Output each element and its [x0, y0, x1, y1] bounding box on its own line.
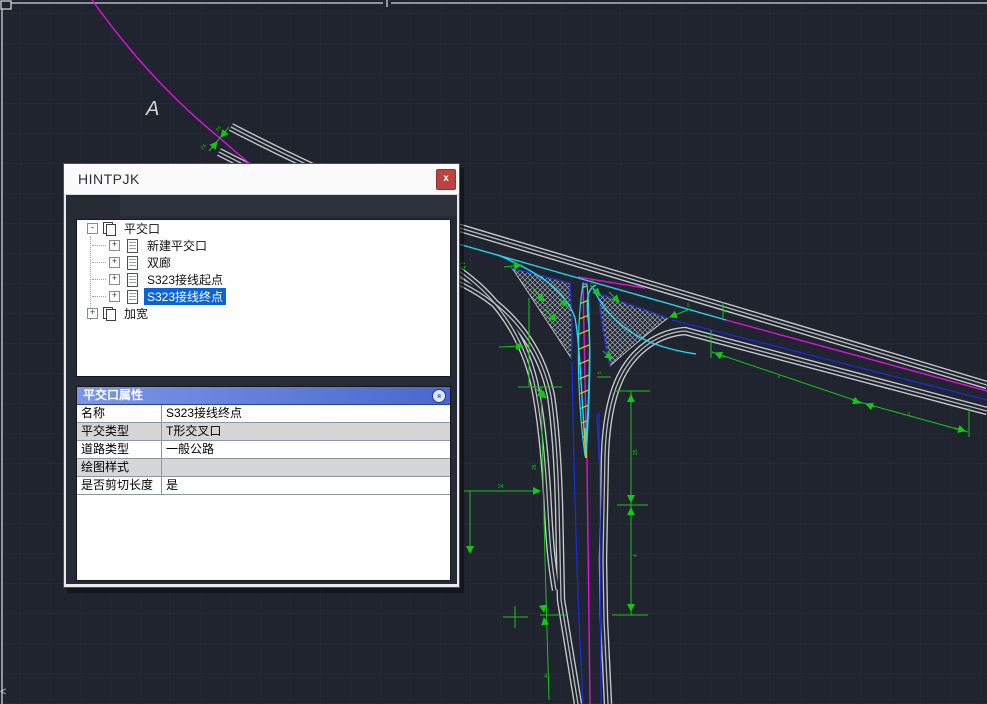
tree-item[interactable]: + 双廊 [77, 254, 450, 271]
tree-item[interactable]: + 新建平交口 [77, 237, 450, 254]
collapse-icon[interactable]: « [432, 389, 446, 403]
property-value[interactable]: S323接线终点 [162, 405, 450, 422]
tree-item[interactable]: + S323接线终点 [77, 288, 450, 305]
dialog-titlebar[interactable]: HINTPJK x [64, 164, 459, 195]
canvas-label: 5 [511, 259, 514, 265]
canvas-label: 4 [633, 554, 639, 557]
tab-strip [66, 195, 457, 216]
tree-expander-icon[interactable]: + [87, 308, 98, 319]
property-row[interactable]: 平交类型T形交叉口 [77, 423, 450, 441]
property-label: 绘图样式 [77, 459, 162, 476]
tab-current[interactable] [66, 195, 120, 216]
layers-icon [103, 307, 117, 321]
property-grid-panel[interactable]: 平交口属性 « 名称S323接线终点平交类型T形交叉口道路类型一般公路绘图样式是… [76, 386, 451, 581]
tree-item-label[interactable]: 加宽 [121, 305, 151, 322]
property-value[interactable] [162, 459, 450, 476]
property-grid-title: 平交口属性 [83, 388, 143, 402]
canvas-label: 5 [687, 303, 690, 309]
tree-item[interactable]: + 加宽 [77, 305, 450, 322]
close-icon[interactable]: x [436, 169, 456, 190]
tree-item[interactable]: + S323接线起点 [77, 271, 450, 288]
canvas-label: 25 [633, 449, 639, 455]
tree-item-label[interactable]: S323接线终点 [144, 288, 226, 305]
property-grid-header: 平交口属性 « [77, 387, 450, 405]
tree-item[interactable]: - 平交口 [77, 220, 450, 237]
tree-expander-icon[interactable]: + [109, 240, 120, 251]
property-row[interactable]: 绘图样式 [77, 459, 450, 477]
tree-expander-icon[interactable]: - [87, 223, 98, 234]
hintpjk-dialog[interactable]: HINTPJK x -平交口+新建平交口+双廊+S323接线起点+S323接线终… [63, 163, 460, 588]
property-value[interactable]: T形交叉口 [162, 423, 450, 440]
document-icon [126, 273, 140, 287]
property-row[interactable]: 名称S323接线终点 [77, 405, 450, 423]
dialog-title: HINTPJK [78, 171, 140, 187]
canvas-label: 4 [607, 345, 610, 351]
tree-item-label[interactable]: 平交口 [121, 220, 163, 237]
tree-item-label[interactable]: S323接线起点 [144, 271, 226, 288]
document-icon [126, 256, 140, 270]
tree-expander-icon[interactable]: + [109, 274, 120, 285]
canvas-label: 24 [498, 484, 504, 490]
canvas-label: < [0, 686, 6, 698]
property-label: 是否剪切长度 [77, 477, 162, 494]
canvas-label: A [145, 98, 159, 120]
dialog-client-area: -平交口+新建平交口+双廊+S323接线起点+S323接线终点+加宽 平交口属性… [66, 195, 457, 584]
property-value[interactable]: 一般公路 [162, 441, 450, 458]
property-label: 道路类型 [77, 441, 162, 458]
canvas-label: 25 [532, 464, 538, 470]
property-row[interactable]: 道路类型一般公路 [77, 441, 450, 459]
document-icon [126, 290, 140, 304]
canvas-label: 2 [591, 280, 594, 286]
tree-item-label[interactable]: 双廊 [144, 254, 174, 271]
tree-expander-icon[interactable]: + [109, 291, 120, 302]
property-label: 平交类型 [77, 423, 162, 440]
canvas-label: 43 [597, 370, 602, 375]
document-icon [126, 239, 140, 253]
property-value[interactable]: 是 [162, 477, 450, 494]
tree-expander-icon[interactable]: + [109, 257, 120, 268]
app-root: { "window": { "title": "HINTPJK", "close… [0, 0, 987, 704]
tree-item-label[interactable]: 新建平交口 [144, 237, 210, 254]
property-row[interactable]: 是否剪切长度是 [77, 477, 450, 495]
property-label: 名称 [77, 405, 162, 422]
layers-icon [103, 222, 117, 236]
canvas-label: G [459, 261, 466, 271]
intersection-tree-panel[interactable]: -平交口+新建平交口+双廊+S323接线起点+S323接线终点+加宽 [76, 219, 451, 377]
